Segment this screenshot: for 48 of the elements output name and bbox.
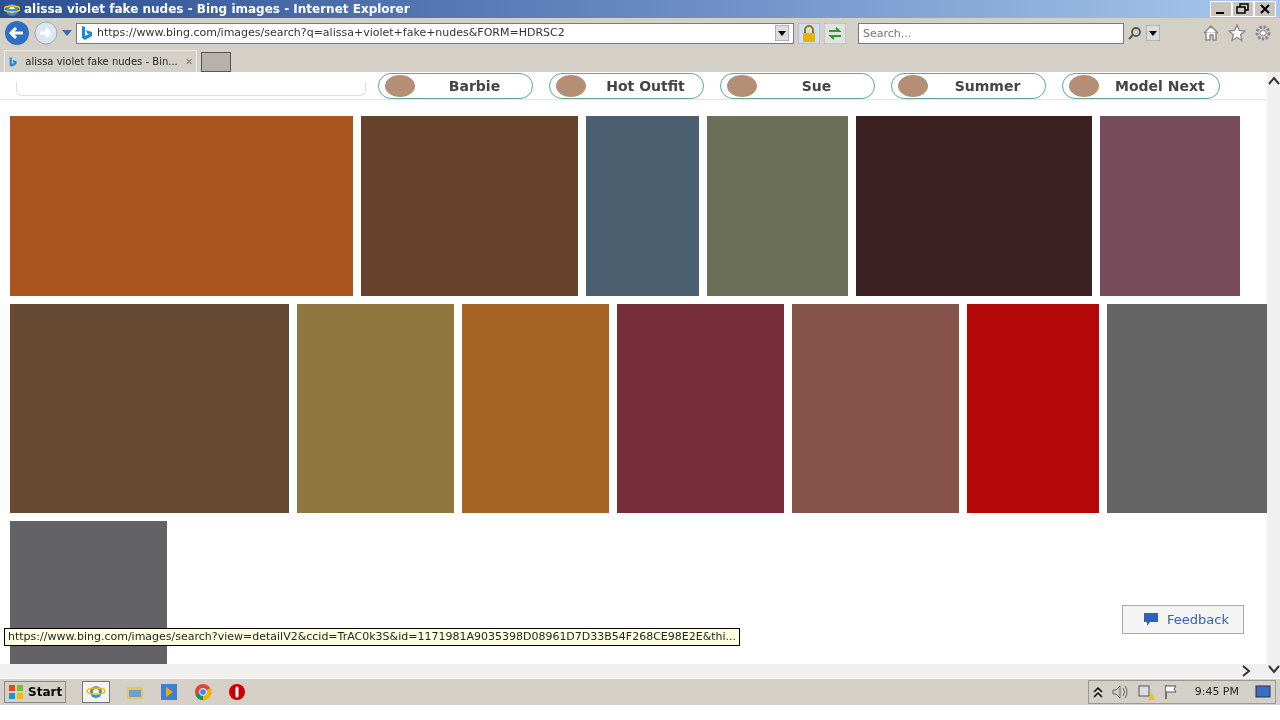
scroll-right-icon[interactable] xyxy=(1241,665,1251,678)
star-icon[interactable] xyxy=(1228,24,1246,42)
search-engine-logo-icon xyxy=(9,54,18,69)
suggestion-chip[interactable]: Summer xyxy=(891,73,1046,100)
status-url: https://www.bing.com/images/search?view=detailV2&ccid=TrAC0k3S&id=1171981A9035398D08961D7D33B54F268CE98E2E&thi... xyxy=(4,627,741,646)
scroll-up-icon[interactable] xyxy=(1267,76,1280,86)
media-player-icon[interactable] xyxy=(160,683,179,701)
forward-icon[interactable] xyxy=(34,21,58,45)
new-tab-button[interactable] xyxy=(201,52,231,72)
network-warning-icon[interactable] xyxy=(1136,683,1155,701)
speech-bubble-icon xyxy=(1143,611,1160,627)
minimize-icon[interactable] xyxy=(1210,1,1232,17)
desktop-icon[interactable] xyxy=(1255,684,1271,700)
browser-tab[interactable]: alissa violet fake nudes - Bin... xyxy=(4,50,197,72)
suggestion-chip[interactable]: Hot Outfit xyxy=(549,73,704,100)
back-icon[interactable] xyxy=(4,20,30,46)
folder-icon[interactable] xyxy=(126,684,145,700)
vertical-scrollbar[interactable] xyxy=(1267,72,1280,678)
dropdown-arrow-icon[interactable] xyxy=(1146,25,1160,41)
suggestion-chip[interactable]: Barbie xyxy=(378,73,533,100)
dropdown-icon[interactable] xyxy=(62,29,72,37)
search-engine-logo-icon xyxy=(81,26,93,40)
browser-logo-icon[interactable] xyxy=(82,681,111,703)
search-field[interactable]: Search... xyxy=(858,22,1124,44)
clock: 9:45 PM xyxy=(1193,683,1240,700)
home-icon[interactable] xyxy=(1202,24,1220,42)
suggestion-chip[interactable]: Model Next xyxy=(1062,73,1220,100)
speaker-icon[interactable] xyxy=(1110,684,1129,700)
suggestion-chip[interactable]: Sue xyxy=(720,73,875,100)
refresh-icon[interactable] xyxy=(824,22,846,44)
scroll-down-icon[interactable] xyxy=(1267,664,1280,674)
chrome-logo-icon[interactable] xyxy=(194,683,213,701)
restore-icon[interactable] xyxy=(1232,1,1254,17)
tab-title: alissa violet fake nudes - Bin... xyxy=(25,55,178,69)
window-title: alissa violet fake nudes - Bing images - Internet Explorer xyxy=(24,1,411,18)
feedback-button[interactable]: Feedback xyxy=(1122,604,1244,634)
dropdown-arrow-icon[interactable] xyxy=(775,25,789,41)
padlock-icon[interactable] xyxy=(798,22,820,44)
stop-sign-icon[interactable] xyxy=(228,683,247,701)
horizontal-scrollbar[interactable] xyxy=(0,664,1267,678)
windows-logo-icon xyxy=(8,684,24,700)
address-field[interactable]: https://www.bing.com/images/search?q=alissa+violet+fake+nudes&FORM=HDRSC2 xyxy=(76,22,794,44)
chevron-up-icon[interactable] xyxy=(1092,686,1103,698)
flag-icon[interactable] xyxy=(1162,684,1179,700)
search-icon[interactable] xyxy=(1128,26,1142,40)
browser-logo-icon xyxy=(4,1,20,17)
settings-icon[interactable] xyxy=(1254,24,1272,42)
start-button[interactable]: Start xyxy=(4,681,67,703)
